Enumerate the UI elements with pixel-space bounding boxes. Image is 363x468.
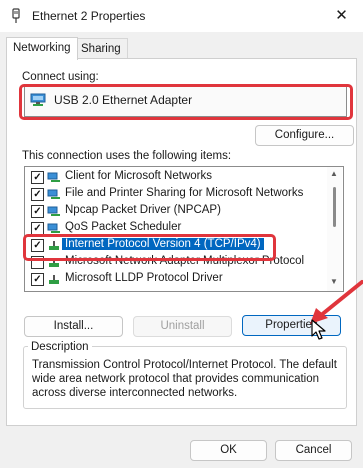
- list-item[interactable]: ✓ Microsoft LLDP Protocol Driver: [25, 271, 327, 288]
- item-checkbox[interactable]: ✓: [31, 205, 44, 218]
- network-properties-icon: [12, 8, 20, 23]
- cancel-button[interactable]: Cancel: [275, 440, 352, 461]
- ok-button[interactable]: OK: [190, 440, 267, 461]
- item-label: QoS Packet Scheduler: [65, 221, 182, 233]
- item-label: Microsoft LLDP Protocol Driver: [65, 272, 223, 284]
- title-bar: Ethernet 2 Properties ✕: [0, 0, 363, 32]
- list-item[interactable]: ✓ File and Printer Sharing for Microsoft…: [25, 186, 327, 203]
- protocol-icon: [49, 275, 59, 284]
- adapter-highlight-annotation: [19, 84, 353, 120]
- mouse-cursor-icon: [311, 319, 326, 340]
- tab-networking[interactable]: Networking: [6, 37, 78, 60]
- description-title: Description: [28, 341, 92, 353]
- network-client-icon: [47, 172, 60, 182]
- network-service-icon: [47, 189, 60, 199]
- list-scrollbar[interactable]: ▲ ▼: [327, 167, 342, 291]
- item-checkbox[interactable]: ✓: [31, 273, 44, 286]
- item-checkbox[interactable]: ✓: [31, 171, 44, 184]
- scrollbar-thumb[interactable]: [333, 187, 336, 227]
- uninstall-button[interactable]: Uninstall: [133, 316, 232, 337]
- item-checkbox[interactable]: ✓: [31, 188, 44, 201]
- description-text: Transmission Control Protocol/Internet P…: [32, 359, 337, 399]
- connect-using-label: Connect using:: [22, 71, 99, 83]
- item-label: File and Printer Sharing for Microsoft N…: [65, 187, 304, 199]
- item-label: Client for Microsoft Networks: [65, 170, 212, 182]
- tab-sharing[interactable]: Sharing: [74, 38, 128, 59]
- list-item[interactable]: ✓ Client for Microsoft Networks: [25, 169, 327, 186]
- item-label: Npcap Packet Driver (NPCAP): [65, 204, 221, 216]
- item-highlight-annotation: [23, 234, 276, 261]
- items-label: This connection uses the following items…: [22, 150, 232, 162]
- window-title: Ethernet 2 Properties: [32, 9, 146, 23]
- list-item[interactable]: ✓ Npcap Packet Driver (NPCAP): [25, 203, 327, 220]
- scroll-up-icon[interactable]: ▲: [330, 169, 338, 178]
- configure-button[interactable]: Configure...: [255, 125, 354, 146]
- protocol-icon: [47, 206, 60, 216]
- items-list[interactable]: ✓ Client for Microsoft Networks ✓ File a…: [24, 166, 344, 292]
- close-icon[interactable]: ✕: [320, 0, 363, 32]
- network-service-icon: [47, 223, 60, 233]
- install-button[interactable]: Install...: [24, 316, 123, 337]
